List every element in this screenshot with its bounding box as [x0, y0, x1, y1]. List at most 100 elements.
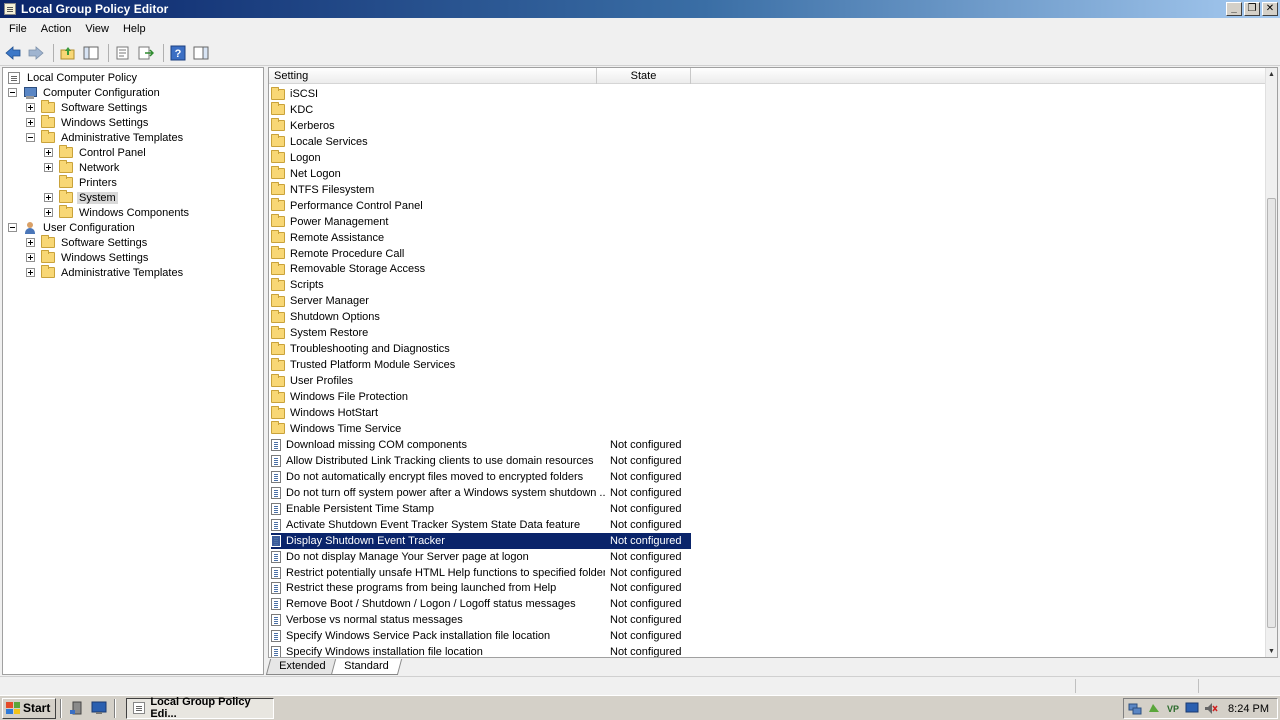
tree-item-windows-components[interactable]: Windows Components [44, 205, 191, 220]
tree-item-system[interactable]: System [44, 190, 118, 205]
console-tree[interactable]: Local Computer Policy Computer Configurat… [2, 67, 264, 675]
close-button[interactable]: ✕ [1262, 2, 1278, 16]
tree-item-windows-settings[interactable]: Windows Settings [26, 250, 150, 265]
setting-name: Activate Shutdown Event Tracker System S… [286, 518, 581, 531]
tab-extended[interactable]: Extended [265, 659, 339, 675]
volume-muted-icon[interactable] [1204, 702, 1218, 715]
expand-icon[interactable] [44, 193, 53, 202]
folder-icon [59, 145, 73, 158]
list-item-folder[interactable]: Windows HotStart [271, 405, 691, 421]
list-item-folder[interactable]: Scripts [271, 277, 691, 293]
minimize-button[interactable]: _ [1226, 2, 1242, 16]
list-item-folder[interactable]: Logon [271, 150, 691, 166]
list-item-policy[interactable]: Verbose vs normal status messages Not con… [271, 612, 691, 628]
tree-item-printers[interactable]: Printers [44, 175, 119, 190]
network-tray-icon[interactable] [1128, 702, 1142, 715]
tree-item-label: Local Computer Policy [27, 71, 138, 84]
security-tray-icon[interactable] [1147, 702, 1161, 715]
up-one-level-button[interactable] [58, 43, 78, 63]
expand-icon[interactable] [44, 163, 53, 172]
scroll-up-arrow-icon[interactable]: ▲ [1266, 68, 1277, 80]
list-item-folder[interactable]: NTFS Filesystem [271, 182, 691, 198]
list-item-policy[interactable]: Restrict potentially unsafe HTML Help fu… [271, 565, 691, 581]
list-item-policy[interactable]: Do not turn off system power after a Win… [271, 485, 691, 501]
list-item-folder[interactable]: Power Management [271, 214, 691, 230]
list-item-folder[interactable]: Kerberos [271, 118, 691, 134]
expand-icon[interactable] [26, 268, 35, 277]
tree-item-software-settings[interactable]: Software Settings [26, 100, 149, 115]
menu-view[interactable]: View [78, 23, 116, 35]
list-item-folder[interactable]: Remote Procedure Call [271, 246, 691, 262]
list-item-folder[interactable]: Troubleshooting and Diagnostics [271, 341, 691, 357]
list-item-folder[interactable]: Shutdown Options [271, 309, 691, 325]
list-item-folder[interactable]: Performance Control Panel [271, 198, 691, 214]
collapse-icon[interactable] [8, 88, 17, 97]
column-header-setting[interactable]: Setting [269, 68, 597, 84]
collapse-icon[interactable] [8, 223, 17, 232]
server-manager-icon[interactable] [69, 701, 85, 715]
vpc-tray-label[interactable]: VP [1166, 702, 1180, 715]
export-list-button[interactable] [136, 43, 156, 63]
list-item-policy[interactable]: Restrict these programs from being launc… [271, 580, 691, 596]
list-item-folder[interactable]: Locale Services [271, 134, 691, 150]
vertical-scrollbar[interactable]: ▲ ▼ [1265, 68, 1277, 657]
help-button[interactable]: ? [168, 43, 188, 63]
restore-button[interactable]: ❐ [1244, 2, 1260, 16]
forward-button[interactable] [26, 43, 46, 63]
show-hide-action-pane-button[interactable] [191, 43, 211, 63]
list-item-policy[interactable]: Allow Distributed Link Tracking clients … [271, 453, 691, 469]
list-item-folder[interactable]: Removable Storage Access [271, 261, 691, 277]
tree-item-label: Control Panel [79, 146, 146, 159]
tree-item-software-settings[interactable]: Software Settings [26, 235, 149, 250]
scroll-thumb[interactable] [1267, 198, 1276, 628]
list-item-folder[interactable]: System Restore [271, 325, 691, 341]
expand-icon[interactable] [26, 118, 35, 127]
list-item-policy[interactable]: Enable Persistent Time Stamp Not configur… [271, 501, 691, 517]
tree-item-network[interactable]: Network [44, 160, 121, 175]
column-header-state[interactable]: State [597, 68, 691, 84]
tree-item-administrative-templates[interactable]: Administrative Templates [26, 265, 185, 280]
list-item-folder[interactable]: Net Logon [271, 166, 691, 182]
list-item-policy[interactable]: Do not display Manage Your Server page a… [271, 549, 691, 565]
clock[interactable]: 8:24 PM [1228, 703, 1269, 715]
expand-icon[interactable] [26, 253, 35, 262]
show-hide-console-tree-button[interactable] [81, 43, 101, 63]
list-item-policy[interactable]: Download missing COM components Not confi… [271, 437, 691, 453]
menu-file[interactable]: File [2, 23, 34, 35]
expand-icon[interactable] [26, 238, 35, 247]
list-item-folder[interactable]: iSCSI [271, 86, 691, 102]
tree-item-computer-configuration[interactable]: Computer Configuration [8, 85, 162, 100]
list-item-folder[interactable]: KDC [271, 102, 691, 118]
back-button[interactable] [3, 43, 23, 63]
list-item-folder[interactable]: Windows File Protection [271, 389, 691, 405]
list-item-folder[interactable]: Trusted Platform Module Services [271, 357, 691, 373]
list-item-folder[interactable]: Server Manager [271, 293, 691, 309]
menu-action[interactable]: Action [34, 23, 79, 35]
list-item-policy[interactable]: Activate Shutdown Event Tracker System S… [271, 517, 691, 533]
tab-standard[interactable]: Standard [331, 659, 403, 675]
tree-item-windows-settings[interactable]: Windows Settings [26, 115, 150, 130]
list-item-policy[interactable]: Specify Windows Service Pack installatio… [271, 628, 691, 644]
tree-item-local-computer-policy[interactable]: Local Computer Policy [8, 70, 139, 85]
expand-icon[interactable] [44, 208, 53, 217]
taskbar-button-group-policy-editor[interactable]: Local Group Policy Edi... [126, 696, 275, 720]
list-item-policy[interactable]: Specify Windows installation file locati… [271, 644, 691, 657]
scroll-down-arrow-icon[interactable]: ▼ [1266, 645, 1277, 657]
menu-help[interactable]: Help [116, 23, 153, 35]
list-item-policy[interactable]: Display Shutdown Event Tracker Not config… [271, 532, 691, 549]
show-desktop-icon[interactable] [91, 701, 107, 715]
list-item-policy[interactable]: Remove Boot / Shutdown / Logon / Logoff … [271, 596, 691, 612]
collapse-icon[interactable] [26, 133, 35, 142]
tree-item-user-configuration[interactable]: User Configuration [8, 220, 137, 235]
properties-button[interactable] [113, 43, 133, 63]
tree-item-administrative-templates[interactable]: Administrative Templates [26, 130, 185, 145]
list-item-folder[interactable]: Windows Time Service [271, 421, 691, 437]
expand-icon[interactable] [26, 103, 35, 112]
expand-icon[interactable] [44, 148, 53, 157]
tree-item-control-panel[interactable]: Control Panel [44, 145, 148, 160]
display-tray-icon[interactable] [1185, 702, 1199, 715]
list-item-policy[interactable]: Do not automatically encrypt files moved… [271, 469, 691, 485]
list-item-folder[interactable]: User Profiles [271, 373, 691, 389]
list-item-folder[interactable]: Remote Assistance [271, 230, 691, 246]
start-button[interactable]: Start [2, 697, 57, 719]
